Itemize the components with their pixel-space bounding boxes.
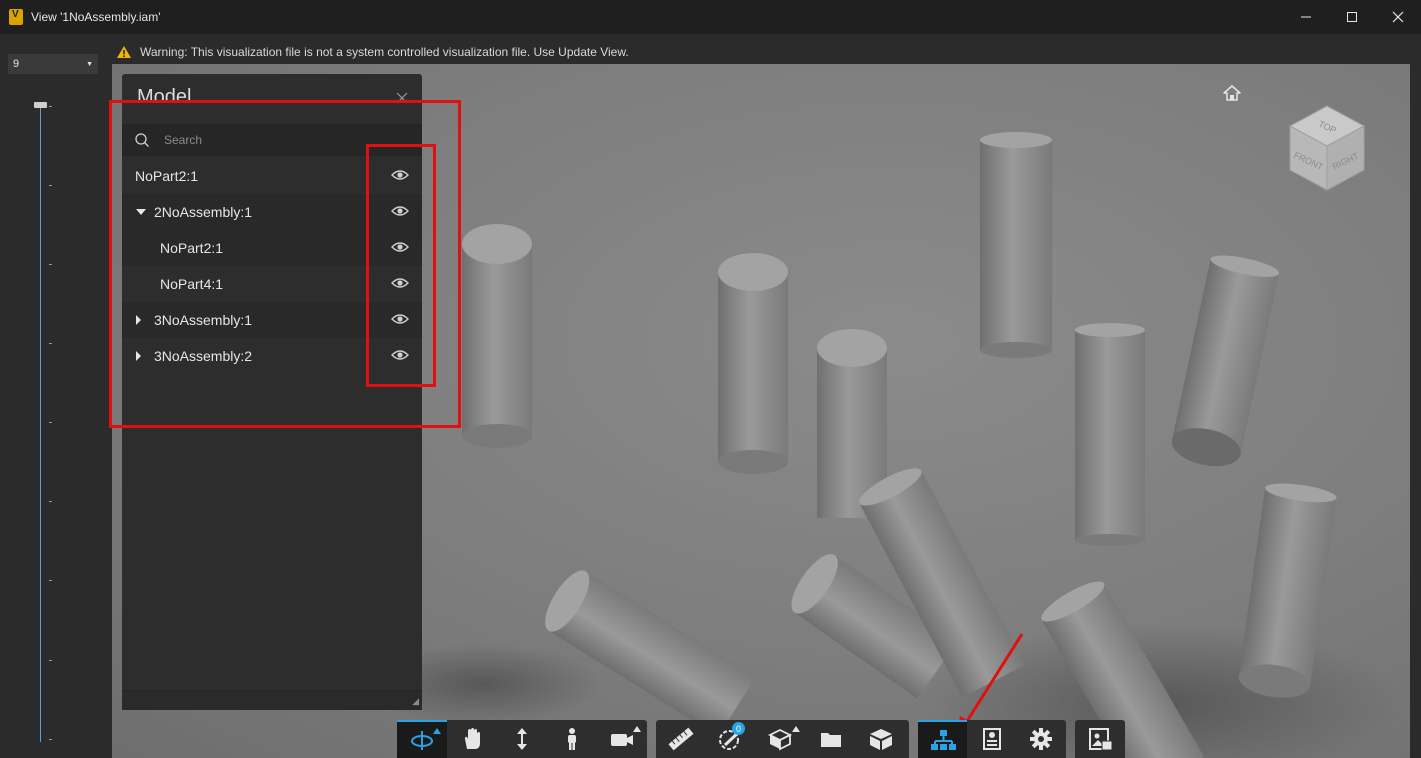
cylinder-part[interactable] xyxy=(718,253,788,474)
level-of-detail-strip: 9 ▼ xyxy=(0,34,112,758)
minimize-button[interactable] xyxy=(1283,0,1329,34)
flyout-indicator-icon xyxy=(633,726,641,732)
properties-icon xyxy=(982,728,1001,750)
slider-tick xyxy=(49,501,52,502)
toolbar-panels-group xyxy=(918,720,1066,758)
dolly-icon xyxy=(517,728,527,750)
chevron-down-icon: ▼ xyxy=(86,60,93,68)
panel-footer: ◢ xyxy=(122,690,422,710)
app-logo-icon xyxy=(9,9,23,25)
viewcube[interactable]: TOP FRONT RIGHT xyxy=(1286,104,1368,194)
window-controls xyxy=(1283,0,1421,34)
zoom-button[interactable] xyxy=(497,720,547,758)
warning-icon xyxy=(117,46,131,58)
section-icon xyxy=(768,728,793,751)
orbit-icon xyxy=(411,731,433,750)
slider-tick xyxy=(49,343,52,344)
level-select[interactable]: 9 ▼ xyxy=(8,54,98,74)
markup-count-badge: 0 xyxy=(732,722,745,735)
settings-button[interactable] xyxy=(1017,720,1066,758)
markup-button[interactable]: 0 xyxy=(706,720,756,758)
model-browser-icon xyxy=(930,730,956,750)
level-slider-handle[interactable] xyxy=(34,102,47,108)
window-title: View '1NoAssembly.iam' xyxy=(31,10,161,24)
explode-button[interactable] xyxy=(856,720,906,758)
cylinder-part[interactable] xyxy=(462,224,532,448)
pan-icon xyxy=(465,728,480,749)
slider-tick xyxy=(49,264,52,265)
toolbar-navigation-group xyxy=(397,720,647,758)
camera-button[interactable] xyxy=(597,720,647,758)
close-icon xyxy=(1392,11,1404,23)
home-icon[interactable] xyxy=(1222,84,1242,102)
slider-tick xyxy=(49,660,52,661)
properties-button[interactable] xyxy=(967,720,1016,758)
slider-tick xyxy=(49,422,52,423)
maximize-button[interactable] xyxy=(1329,0,1375,34)
flyout-indicator-icon xyxy=(792,726,800,732)
orbit-button[interactable] xyxy=(397,720,447,758)
settings-icon xyxy=(1030,728,1053,750)
maximize-icon xyxy=(1347,12,1357,22)
resize-grip-icon[interactable]: ◢ xyxy=(412,696,419,707)
folder-icon xyxy=(821,733,841,747)
level-slider-track[interactable] xyxy=(40,106,41,742)
measure-icon xyxy=(668,727,694,751)
slider-tick xyxy=(49,106,52,107)
section-button[interactable] xyxy=(756,720,806,758)
annotation-box-visibility xyxy=(366,144,436,387)
flyout-indicator-icon xyxy=(433,728,441,734)
open-folder-button[interactable] xyxy=(806,720,856,758)
pan-button[interactable] xyxy=(447,720,497,758)
minimize-icon xyxy=(1301,16,1311,18)
measure-button[interactable] xyxy=(656,720,706,758)
slider-tick xyxy=(49,739,52,740)
slider-tick xyxy=(49,580,52,581)
slider-tick xyxy=(49,185,52,186)
warning-banner: Warning: This visualization file is not … xyxy=(112,40,629,64)
right-edge xyxy=(1410,64,1421,758)
export-icon xyxy=(1089,728,1113,751)
close-button[interactable] xyxy=(1375,0,1421,34)
model-browser-button[interactable] xyxy=(918,720,968,758)
cylinder-part[interactable] xyxy=(980,132,1052,358)
toolbar-tools-group: 0 xyxy=(656,720,909,758)
export-button[interactable] xyxy=(1075,720,1125,758)
cylinder-part[interactable] xyxy=(1075,323,1145,546)
warning-text: Warning: This visualization file is not … xyxy=(140,45,629,59)
cylinder-part[interactable] xyxy=(1168,251,1280,472)
first-person-button[interactable] xyxy=(547,720,597,758)
explode-icon xyxy=(870,729,892,750)
first-person-icon xyxy=(568,728,576,750)
camera-icon xyxy=(611,734,633,746)
toolbar-export-group xyxy=(1075,720,1125,758)
title-bar: View '1NoAssembly.iam' xyxy=(0,0,1421,34)
level-select-value: 9 xyxy=(13,58,20,70)
